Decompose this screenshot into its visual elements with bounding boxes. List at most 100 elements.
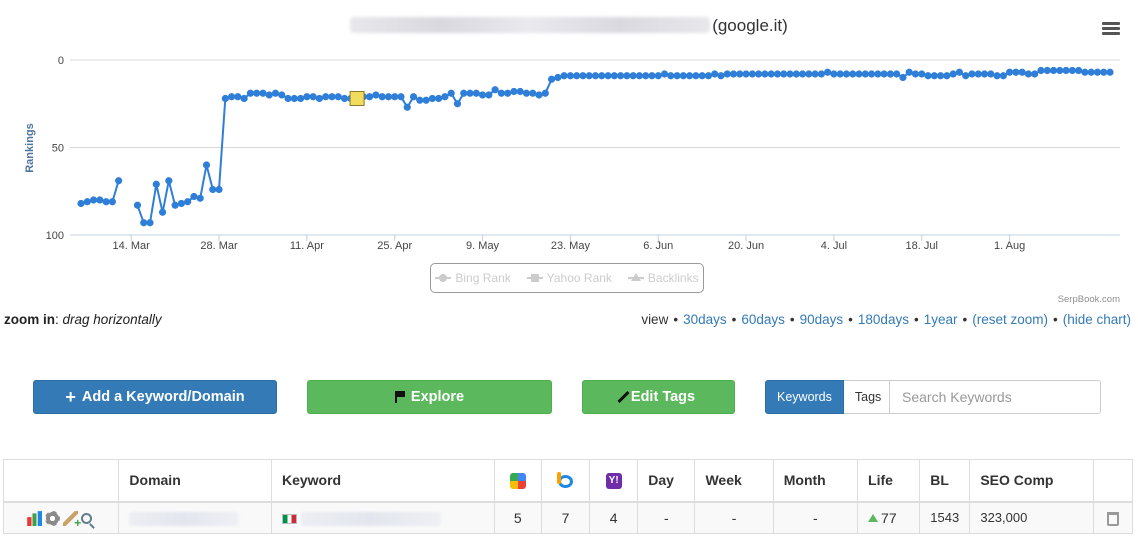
data-point: [698, 72, 706, 80]
data-point: [152, 180, 160, 188]
y-tick-label: 50: [52, 143, 64, 155]
data-point: [623, 72, 631, 80]
search-keywords-input[interactable]: [889, 380, 1101, 414]
keywords-tab[interactable]: Keywords: [765, 380, 844, 414]
data-point: [435, 94, 443, 103]
data-point: [146, 219, 154, 227]
view-60days-link[interactable]: 60days: [741, 312, 785, 327]
data-point: [767, 70, 775, 78]
series-line: [80, 69, 1110, 224]
x-tick-label: 6. Jun: [643, 240, 673, 252]
chart-canvas[interactable]: 0 50 100 Rankings 14. Mar 28. Mar 11. Apr 25. A…: [0, 0, 1138, 308]
day-cell: -: [637, 501, 696, 534]
data-point: [547, 75, 556, 83]
data-point: [817, 70, 825, 78]
data-point: [648, 72, 656, 80]
domain-cell[interactable]: [118, 501, 272, 534]
data-point: [1093, 68, 1102, 76]
data-point: [1037, 66, 1045, 75]
data-point: [422, 96, 430, 104]
view-sep: •: [673, 312, 679, 327]
view-sep: •: [789, 312, 795, 327]
search-mode-toggle: Keywords Tags: [765, 380, 894, 414]
day-header[interactable]: Day: [637, 459, 696, 503]
tags-tab[interactable]: Tags: [843, 380, 894, 414]
week-header[interactable]: Week: [694, 459, 774, 503]
seo-comp-header[interactable]: SEO Comp: [969, 459, 1094, 503]
x-tick-label: 9. May: [466, 240, 500, 252]
data-point: [679, 72, 687, 80]
data-point: [930, 72, 938, 80]
ranking-chart[interactable]: (google.it) 0 50 100 Rankings 14. Mar 28. Mar…: [0, 0, 1138, 308]
gear-icon[interactable]: [45, 511, 61, 527]
trash-icon[interactable]: [1106, 511, 1119, 526]
data-point: [918, 70, 926, 78]
reset-zoom-link[interactable]: (reset zoom): [972, 312, 1048, 327]
keywords-table: Domain Keyword Y! Day Week Month Life BL…: [2, 459, 1134, 534]
legend-item-yahoo[interactable]: Yahoo Rank: [526, 271, 612, 285]
view-30days-link[interactable]: 30days: [683, 312, 727, 327]
data-point: [158, 208, 167, 216]
italy-flag-icon: [281, 513, 297, 524]
legend-label: Yahoo Rank: [546, 271, 612, 285]
legend-item-bing[interactable]: Bing Rank: [435, 271, 511, 285]
zoom-hint-bold: zoom in: [4, 312, 55, 327]
data-point: [165, 177, 173, 185]
data-point: [742, 70, 750, 78]
data-point: [980, 70, 989, 78]
view-180days-link[interactable]: 180days: [858, 312, 909, 327]
yahoo-icon: Y!: [605, 472, 622, 489]
add-keyword-button[interactable]: + Add a Keyword/Domain: [33, 380, 277, 414]
bl-header[interactable]: BL: [919, 459, 971, 503]
bl-cell: 1543: [919, 501, 971, 534]
keyword-header[interactable]: Keyword: [270, 459, 495, 503]
data-point: [1056, 66, 1064, 75]
data-point: [541, 89, 549, 97]
data-point: [692, 72, 700, 80]
data-point: [824, 68, 832, 76]
month-header[interactable]: Month: [772, 459, 859, 503]
data-point: [673, 72, 681, 80]
data-point: [955, 68, 964, 76]
view-90days-link[interactable]: 90days: [800, 312, 844, 327]
month-cell: -: [772, 501, 859, 534]
data-point: [792, 70, 800, 78]
data-point: [855, 70, 863, 78]
delete-cell: [1092, 501, 1134, 534]
add-keyword-label: Add a Keyword/Domain: [81, 389, 245, 405]
life-header[interactable]: Life: [857, 459, 921, 503]
data-point: [297, 94, 305, 103]
data-point: [755, 70, 763, 78]
annotation-flag: [349, 91, 365, 106]
keyword-cell[interactable]: [270, 501, 495, 534]
data-point: [491, 86, 499, 94]
hide-chart-link[interactable]: (hide chart): [1063, 312, 1131, 327]
edit-tags-label: Edit Tags: [630, 389, 696, 405]
domain-header[interactable]: Domain: [118, 459, 272, 503]
bing-header[interactable]: [540, 459, 591, 503]
chart-credits[interactable]: SerpBook.com: [1058, 294, 1120, 305]
data-point: [259, 89, 267, 97]
data-point: [240, 94, 248, 103]
data-point: [893, 70, 901, 78]
data-point: [447, 89, 455, 97]
bar-chart-icon[interactable]: [27, 511, 43, 527]
data-point: [786, 70, 794, 78]
data-point: [441, 93, 449, 101]
data-point: [579, 72, 587, 80]
data-point: [811, 70, 819, 78]
view-1year-link[interactable]: 1year: [924, 312, 958, 327]
explore-button[interactable]: Explore: [307, 380, 552, 414]
data-point: [642, 72, 650, 80]
search-icon[interactable]: [81, 513, 93, 525]
yahoo-header[interactable]: Y!: [589, 459, 639, 503]
data-point: [309, 93, 317, 101]
data-point: [278, 91, 286, 99]
data-point: [334, 93, 342, 101]
edit-add-icon[interactable]: [63, 511, 81, 530]
edit-tags-button[interactable]: Edit Tags: [582, 380, 735, 414]
google-header[interactable]: [493, 459, 542, 503]
x-tick-label: 18. Jul: [906, 240, 938, 252]
data-point: [234, 93, 242, 101]
legend-item-backlinks[interactable]: Backlinks: [627, 271, 699, 285]
